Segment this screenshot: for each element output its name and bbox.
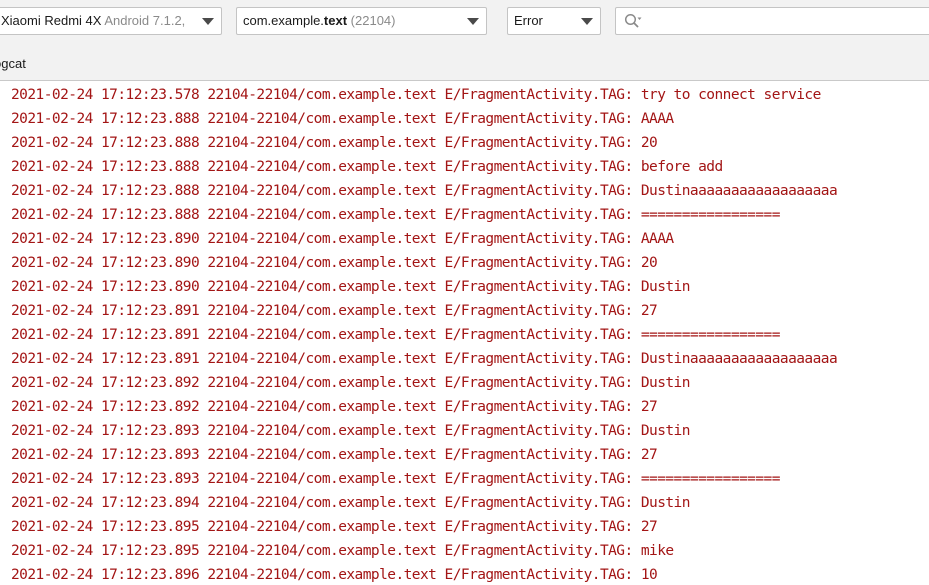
log-line: 2021-02-24 17:12:23.892 22104-22104/com.… [11,375,690,391]
log-line: 2021-02-24 17:12:23.890 22104-22104/com.… [11,255,658,271]
search-input[interactable] [650,10,920,32]
log-line: 2021-02-24 17:12:23.895 22104-22104/com.… [11,543,674,559]
log-line: 2021-02-24 17:12:23.888 22104-22104/com.… [11,111,674,127]
logcat-tab-bar: ogcat [0,48,929,81]
log-list: 2021-02-24 17:12:23.578 22104-22104/com.… [11,83,838,585]
log-line: 2021-02-24 17:12:23.888 22104-22104/com.… [11,159,723,175]
process-package-name: text [323,13,348,28]
log-line: 2021-02-24 17:12:23.893 22104-22104/com.… [11,447,658,463]
log-level-value: Error [514,13,543,28]
log-line: 2021-02-24 17:12:23.890 22104-22104/com.… [11,231,674,247]
log-line: 2021-02-24 17:12:23.888 22104-22104/com.… [11,207,780,223]
log-level-select[interactable]: Error [507,7,601,35]
log-line: 2021-02-24 17:12:23.888 22104-22104/com.… [11,135,658,151]
log-line: 2021-02-24 17:12:23.888 22104-22104/com.… [11,183,838,199]
log-line: 2021-02-24 17:12:23.891 22104-22104/com.… [11,327,780,343]
device-name: Xiaomi Redmi 4X [1,13,102,28]
log-line: 2021-02-24 17:12:23.893 22104-22104/com.… [11,471,780,487]
process-package-prefix: com.example. [243,13,324,28]
log-line: 2021-02-24 17:12:23.894 22104-22104/com.… [11,495,690,511]
device-android-version: Android 7.1.2, [104,13,186,28]
chevron-down-icon [467,18,479,25]
log-line: 2021-02-24 17:12:23.578 22104-22104/com.… [11,87,821,103]
chevron-down-icon [202,18,214,25]
log-line: 2021-02-24 17:12:23.895 22104-22104/com.… [11,519,658,535]
process-pid: (22104) [350,13,396,28]
log-output[interactable]: 2021-02-24 17:12:23.578 22104-22104/com.… [0,81,929,585]
log-line: 2021-02-24 17:12:23.890 22104-22104/com.… [11,279,690,295]
log-line: 2021-02-24 17:12:23.891 22104-22104/com.… [11,303,658,319]
log-line: 2021-02-24 17:12:23.892 22104-22104/com.… [11,399,658,415]
log-line: 2021-02-24 17:12:23.896 22104-22104/com.… [11,567,658,583]
chevron-down-icon [581,18,593,25]
tab-logcat[interactable]: ogcat [0,56,26,71]
process-select-value: com.example.text (22104) [243,8,395,34]
device-select[interactable]: Xiaomi Redmi 4X Android 7.1.2, [0,7,222,35]
search-box[interactable] [615,7,929,35]
process-select[interactable]: com.example.text (22104) [236,7,487,35]
log-line: 2021-02-24 17:12:23.891 22104-22104/com.… [11,351,838,367]
logcat-toolbar: Xiaomi Redmi 4X Android 7.1.2, com.examp… [0,0,929,48]
log-line: 2021-02-24 17:12:23.893 22104-22104/com.… [11,423,690,439]
search-icon[interactable] [624,13,642,29]
device-select-value: Xiaomi Redmi 4X Android 7.1.2, [1,8,185,34]
